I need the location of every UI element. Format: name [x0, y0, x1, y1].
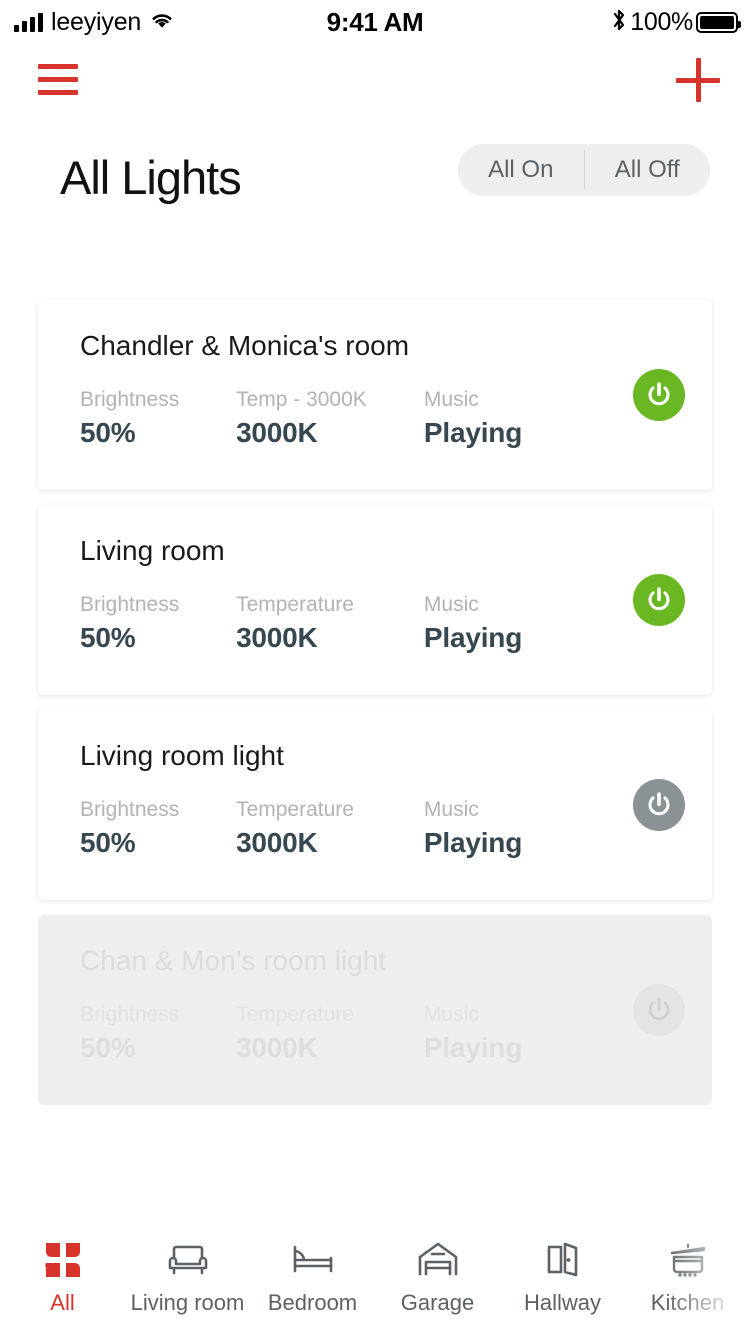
light-card-list: Chandler & Monica's room Brightness 50% … — [38, 300, 712, 1120]
battery-full-icon — [696, 11, 741, 33]
status-bar: leeyiyen 9:41 AM 100% — [0, 0, 750, 44]
card-metrics: Brightness 50% Temperature 3000K Music P… — [80, 1001, 580, 1067]
nav-item-bedroom[interactable]: Bedroom — [250, 1224, 375, 1316]
nav-item-kitchen[interactable]: Kitchen — [625, 1224, 750, 1316]
power-toggle-button[interactable] — [633, 779, 685, 831]
card-title: Chandler & Monica's room — [80, 330, 410, 361]
card-title: Living room light — [80, 740, 284, 771]
metric-music: Music Playing — [424, 386, 580, 452]
metric-value: 50% — [80, 827, 136, 858]
metric-label: Temperature — [236, 593, 354, 616]
light-card[interactable]: Chandler & Monica's room Brightness 50% … — [38, 300, 712, 490]
metric-label: Music — [423, 798, 479, 821]
metric-value: 50% — [80, 622, 136, 653]
metric-value: 3000K — [236, 622, 318, 653]
metric-music: Music Playing — [424, 591, 580, 657]
top-bar — [0, 44, 750, 120]
plus-icon[interactable] — [676, 58, 720, 102]
nav-item-hallway[interactable]: Hallway — [500, 1224, 625, 1316]
metric-label: Music — [423, 1003, 479, 1026]
metric-label: Music — [423, 593, 479, 616]
power-icon — [648, 792, 670, 816]
power-icon — [648, 382, 670, 406]
metric-label: Brightness — [80, 1003, 180, 1026]
power-toggle-button[interactable] — [633, 984, 685, 1036]
nav-item-living-room[interactable]: Living room — [125, 1224, 250, 1316]
all-on-off-segmented-control[interactable]: All On All Off — [458, 144, 710, 196]
metric-label: Temperature — [236, 1003, 354, 1026]
bottom-navigation-bar: All Living room Bedroom Garage Hallway K… — [0, 1224, 750, 1334]
metric-value: 3000K — [236, 827, 318, 858]
power-icon — [648, 997, 670, 1020]
bed-icon — [290, 1238, 336, 1282]
metric-label: Brightness — [80, 388, 180, 411]
nav-label: Bedroom — [267, 1290, 358, 1315]
hamburger-menu-icon[interactable] — [38, 64, 78, 96]
metric-brightness: Brightness 50% — [80, 1001, 236, 1067]
metric-value: 3000K — [236, 1032, 318, 1063]
metric-temperature: Temperature 3000K — [236, 591, 424, 657]
metric-temperature: Temp - 3000K 3000K — [236, 386, 424, 452]
cooking-pot-icon — [666, 1238, 710, 1282]
grid-squares-icon — [44, 1238, 82, 1282]
metric-temperature: Temperature 3000K — [236, 1001, 424, 1067]
metric-brightness: Brightness 50% — [80, 386, 236, 452]
metric-value: 3000K — [236, 417, 318, 448]
metric-temperature: Temperature 3000K — [236, 796, 424, 862]
metric-music: Music Playing — [424, 796, 580, 862]
page-header: All Lights All On All Off — [0, 142, 750, 214]
light-card-disabled[interactable]: Chan & Mon’s room light Brightness 50% T… — [38, 915, 712, 1105]
metric-value: Playing — [423, 827, 523, 858]
nav-item-all[interactable]: All — [0, 1224, 125, 1316]
metric-value: 50% — [80, 1032, 136, 1063]
metric-value: Playing — [423, 622, 523, 653]
metric-brightness: Brightness 50% — [80, 796, 236, 862]
status-bar-right: 100% — [611, 0, 741, 44]
card-title: Chan & Mon’s room light — [80, 945, 387, 976]
nav-item-garage[interactable]: Garage — [375, 1224, 500, 1316]
card-metrics: Brightness 50% Temp - 3000K 3000K Music … — [80, 386, 580, 452]
nav-label: Kitchen — [650, 1290, 725, 1315]
all-off-button[interactable]: All Off — [584, 144, 710, 196]
metric-label: Temp - 3000K — [236, 388, 367, 411]
nav-label: Garage — [400, 1290, 475, 1315]
nav-label: All — [50, 1290, 75, 1315]
metric-label: Music — [423, 388, 479, 411]
battery-percent: 100% — [630, 7, 693, 36]
metric-brightness: Brightness 50% — [80, 591, 236, 657]
all-on-button[interactable]: All On — [458, 144, 584, 196]
metric-label: Brightness — [80, 593, 180, 616]
bluetooth-icon — [611, 7, 627, 38]
metric-value: Playing — [423, 417, 523, 448]
card-metrics: Brightness 50% Temperature 3000K Music P… — [80, 591, 580, 657]
metric-music: Music Playing — [424, 1001, 580, 1067]
nav-label: Hallway — [523, 1290, 602, 1315]
metric-value: Playing — [423, 1032, 523, 1063]
app-screen: leeyiyen 9:41 AM 100% All Lights All On … — [0, 0, 750, 1334]
metric-value: 50% — [80, 417, 136, 448]
power-toggle-button[interactable] — [633, 369, 685, 421]
metric-label: Temperature — [236, 798, 354, 821]
metric-label: Brightness — [80, 798, 180, 821]
light-card[interactable]: Living room light Brightness 50% Tempera… — [38, 710, 712, 900]
nav-label: Living room — [130, 1290, 245, 1315]
card-title: Living room — [80, 535, 225, 566]
light-card[interactable]: Living room Brightness 50% Temperature 3… — [38, 505, 712, 695]
garage-icon — [417, 1238, 459, 1282]
sofa-icon — [166, 1238, 210, 1282]
door-icon — [544, 1238, 582, 1282]
power-icon — [648, 587, 670, 611]
power-toggle-button[interactable] — [633, 574, 685, 626]
card-metrics: Brightness 50% Temperature 3000K Music P… — [80, 796, 580, 862]
page-title: All Lights — [60, 151, 242, 204]
